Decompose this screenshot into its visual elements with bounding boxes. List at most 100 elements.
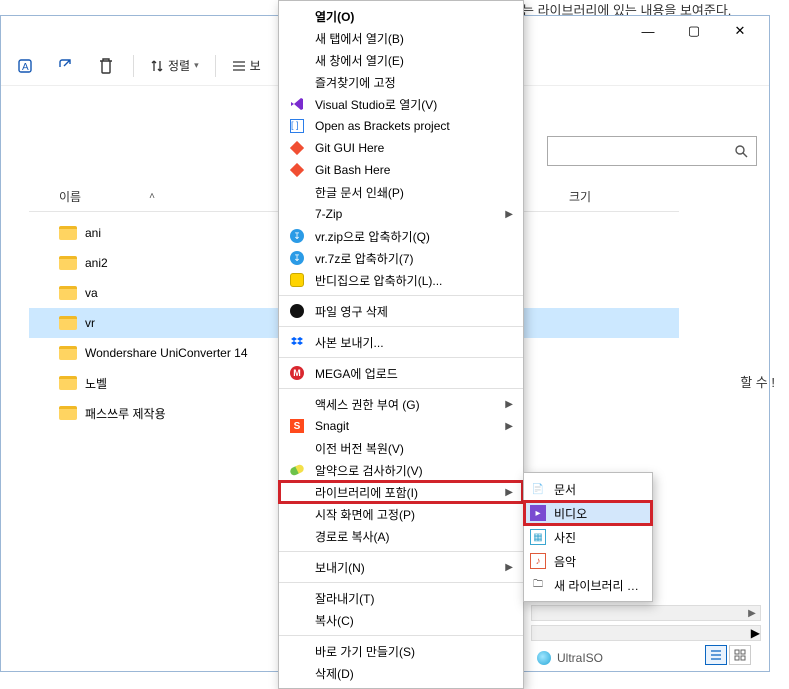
menu-item[interactable]: 알약으로 검사하기(V)	[279, 459, 523, 481]
details-view-button[interactable]	[705, 645, 727, 665]
menu-item[interactable]: 복사(C)	[279, 609, 523, 631]
folder-icon	[59, 256, 77, 270]
bandizip-icon	[287, 272, 307, 288]
music-icon: ♪	[530, 553, 546, 569]
sort-indicator-icon: ˄	[149, 191, 155, 202]
menu-separator	[279, 635, 523, 636]
maximize-button[interactable]: ▢	[671, 16, 717, 46]
menu-item-label: vr.7z로 압축하기(7)	[315, 250, 513, 267]
menu-item[interactable]: 한글 문서 인쇄(P)	[279, 181, 523, 203]
visual-studio-icon	[287, 96, 307, 112]
spacer-icon	[287, 52, 307, 68]
folder-name: Wondershare UniConverter 14	[85, 346, 248, 360]
submenu-arrow-icon: ▶	[505, 399, 513, 410]
spacer-icon	[287, 506, 307, 522]
menu-item[interactable]: Git GUI Here	[279, 137, 523, 159]
menu-item-label: 바로 가기 만들기(S)	[315, 643, 513, 660]
sort-button[interactable]: 정렬 ▾	[144, 50, 205, 82]
menu-item-label: MEGA에 업로드	[315, 365, 513, 382]
menu-item[interactable]: 7-Zip▶	[279, 203, 523, 225]
menu-item-label: 한글 문서 인쇄(P)	[315, 184, 513, 201]
submenu-item-label: 사진	[554, 529, 642, 546]
submenu-item[interactable]: 📄문서	[524, 477, 652, 501]
search-icon	[734, 144, 748, 158]
menu-item[interactable]: 새 탭에서 열기(B)	[279, 27, 523, 49]
spacer-icon	[287, 590, 307, 606]
rename-icon[interactable]: A	[9, 50, 43, 82]
menu-item[interactable]: Visual Studio로 열기(V)	[279, 93, 523, 115]
menu-item[interactable]: ↧vr.zip으로 압축하기(Q)	[279, 225, 523, 247]
ultraiso-label: UltraISO	[557, 651, 603, 665]
folder-icon	[59, 226, 77, 240]
submenu-arrow-icon: ▶	[505, 562, 513, 573]
menu-item[interactable]: 새 창에서 열기(E)	[279, 49, 523, 71]
menu-item[interactable]: Git Bash Here	[279, 159, 523, 181]
menu-item-label: 반디집으로 압축하기(L)...	[315, 272, 513, 289]
menu-item-label: 알약으로 검사하기(V)	[315, 462, 513, 479]
search-input[interactable]	[547, 136, 757, 166]
spacer-icon	[287, 74, 307, 90]
compress-icon: ↧	[287, 250, 307, 266]
menu-item[interactable]: 액세스 권한 부여 (G)▶	[279, 393, 523, 415]
close-button[interactable]: ✕	[717, 16, 763, 46]
menu-item[interactable]: 바로 가기 만들기(S)	[279, 640, 523, 662]
menu-item-label: 열기(O)	[315, 8, 513, 25]
scroll-right-icon[interactable]: ▶	[751, 626, 760, 640]
large-icons-view-button[interactable]	[729, 645, 751, 665]
menu-separator	[279, 388, 523, 389]
delete-icon[interactable]	[89, 50, 123, 82]
compress-icon: ↧	[287, 228, 307, 244]
menu-item[interactable]: ↧ vr.7z로 압축하기(7)	[279, 247, 523, 269]
snagit-icon: S	[287, 418, 307, 434]
menu-item[interactable]: 삭제(D)	[279, 662, 523, 684]
folder-name: ani	[85, 226, 101, 240]
view-controls	[705, 645, 751, 665]
spacer-icon	[287, 396, 307, 412]
menu-item-label: 즐겨찾기에 고정	[315, 74, 513, 91]
menu-separator	[279, 295, 523, 296]
submenu-item[interactable]: ♪ 음악	[524, 549, 652, 573]
menu-item[interactable]: [ ]Open as Brackets project	[279, 115, 523, 137]
spacer-icon	[287, 612, 307, 628]
horizontal-scrollbar[interactable]: ▶	[531, 625, 761, 641]
spacer-icon	[287, 559, 307, 575]
horizontal-scrollbar[interactable]: ▶	[531, 605, 761, 621]
menu-item-label: Snagit	[315, 419, 499, 433]
folder-name: 노벨	[85, 375, 107, 392]
submenu-item-label: 문서	[554, 481, 642, 498]
minimize-button[interactable]: —	[625, 16, 671, 46]
menu-item[interactable]: 이전 버전 복원(V)	[279, 437, 523, 459]
spacer-icon	[287, 528, 307, 544]
submenu-item[interactable]: 🗀새 라이브러리 만들기	[524, 573, 652, 597]
menu-item[interactable]: MMEGA에 업로드	[279, 362, 523, 384]
submenu-item[interactable]: ▦ 사진	[524, 525, 652, 549]
menu-item[interactable]: 사본 보내기...	[279, 331, 523, 353]
submenu-arrow-icon: ▶	[505, 421, 513, 432]
submenu-item-label: 음악	[554, 553, 642, 570]
menu-item[interactable]: 반디집으로 압축하기(L)...	[279, 269, 523, 291]
menu-item[interactable]: 열기(O)	[279, 5, 523, 27]
spacer-icon	[287, 643, 307, 659]
view-button[interactable]: 보	[226, 50, 267, 82]
scroll-right-icon[interactable]: ▶	[744, 608, 760, 619]
new-library-icon: 🗀	[530, 577, 546, 593]
menu-item[interactable]: 파일 영구 삭제	[279, 300, 523, 322]
menu-item[interactable]: 보내기(N)▶	[279, 556, 523, 578]
menu-item[interactable]: 즐겨찾기에 고정	[279, 71, 523, 93]
menu-item[interactable]: 라이브러리에 포함(I)▶	[279, 481, 523, 503]
submenu-item[interactable]: ▸비디오	[524, 501, 652, 525]
ultraiso-item[interactable]: UltraISO	[537, 651, 603, 665]
menu-item[interactable]: 시작 화면에 고정(P)	[279, 503, 523, 525]
share-icon[interactable]	[49, 50, 83, 82]
folder-icon	[59, 406, 77, 420]
ultraiso-icon	[537, 651, 551, 665]
menu-item[interactable]: S Snagit ▶	[279, 415, 523, 437]
photo-icon: ▦	[530, 529, 546, 545]
spacer-icon	[287, 206, 307, 222]
svg-text:A: A	[22, 62, 29, 73]
view-label: 보	[250, 57, 261, 74]
menu-item[interactable]: 잘라내기(T)	[279, 587, 523, 609]
menu-item[interactable]: 경로로 복사(A)	[279, 525, 523, 547]
submenu-item-label: 비디오	[554, 505, 642, 522]
folder-name: va	[85, 286, 98, 300]
